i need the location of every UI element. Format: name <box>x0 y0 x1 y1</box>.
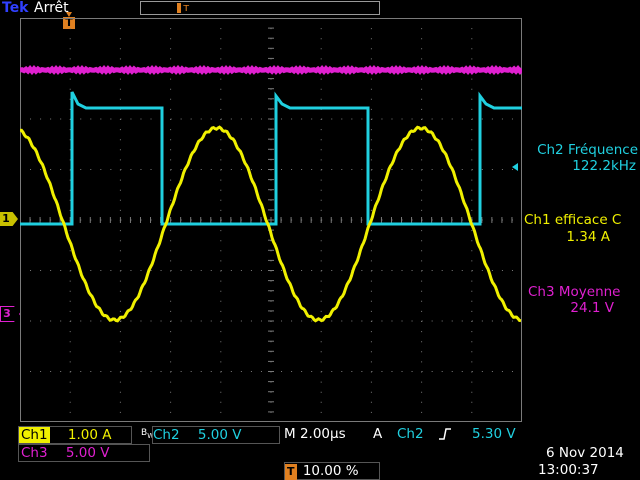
date-readout: 6 Nov 2014 <box>546 445 624 461</box>
trigger-position-value: 10.00 % <box>302 463 359 479</box>
ch3-scale: 5.00 V <box>65 445 110 461</box>
waveform-display[interactable] <box>20 18 522 422</box>
graticule <box>20 18 522 422</box>
trigger-level-icon[interactable] <box>512 163 518 171</box>
ch1-tag: Ch1 <box>19 427 50 443</box>
rising-edge-icon <box>439 428 451 440</box>
ch2-scale: 5.00 V <box>197 427 242 443</box>
record-window <box>177 3 181 13</box>
measurement-2-value: 1.34 A <box>566 229 610 245</box>
ch3-trace <box>20 64 522 76</box>
ch3-tag: Ch3 <box>21 445 48 461</box>
trigger-level[interactable]: 5.30 V <box>472 426 516 442</box>
trigger-source[interactable]: Ch2 <box>397 426 424 442</box>
measurement-1-label: Ch2 Fréquence <box>537 142 638 158</box>
ch3-scale-readout[interactable]: Ch3 5.00 V <box>18 444 150 462</box>
timebase-readout[interactable]: M 2.00µs <box>284 426 346 442</box>
measurement-1-value: 122.2kHz <box>572 158 636 174</box>
brand-label: Tek <box>2 0 29 16</box>
ch2-tag: Ch2 <box>153 427 180 443</box>
measurement-2-label: Ch1 efficace C <box>524 212 622 228</box>
measurement-3-label: Ch3 Moyenne <box>528 284 621 300</box>
ch1-scale: 1.00 A <box>67 427 112 443</box>
trigger-position-icon: ᴛ <box>183 1 190 14</box>
ch2-scale-readout[interactable]: Ch2 5.00 V <box>152 426 280 444</box>
ch1-scale-readout[interactable]: Ch1 1.00 A <box>18 426 132 444</box>
time-readout: 13:00:37 <box>538 462 599 478</box>
trigger-position-tag: T <box>285 464 297 480</box>
measurement-3-value: 24.1 V <box>570 300 614 316</box>
trigger-position-readout[interactable]: T 10.00 % <box>284 462 380 480</box>
trigger-mode: A <box>373 426 383 442</box>
record-position-bar[interactable]: ᴛ <box>140 1 380 15</box>
ch3-ground-marker[interactable]: 3 <box>0 306 20 322</box>
ch1-ground-marker[interactable]: 1 <box>0 212 18 226</box>
